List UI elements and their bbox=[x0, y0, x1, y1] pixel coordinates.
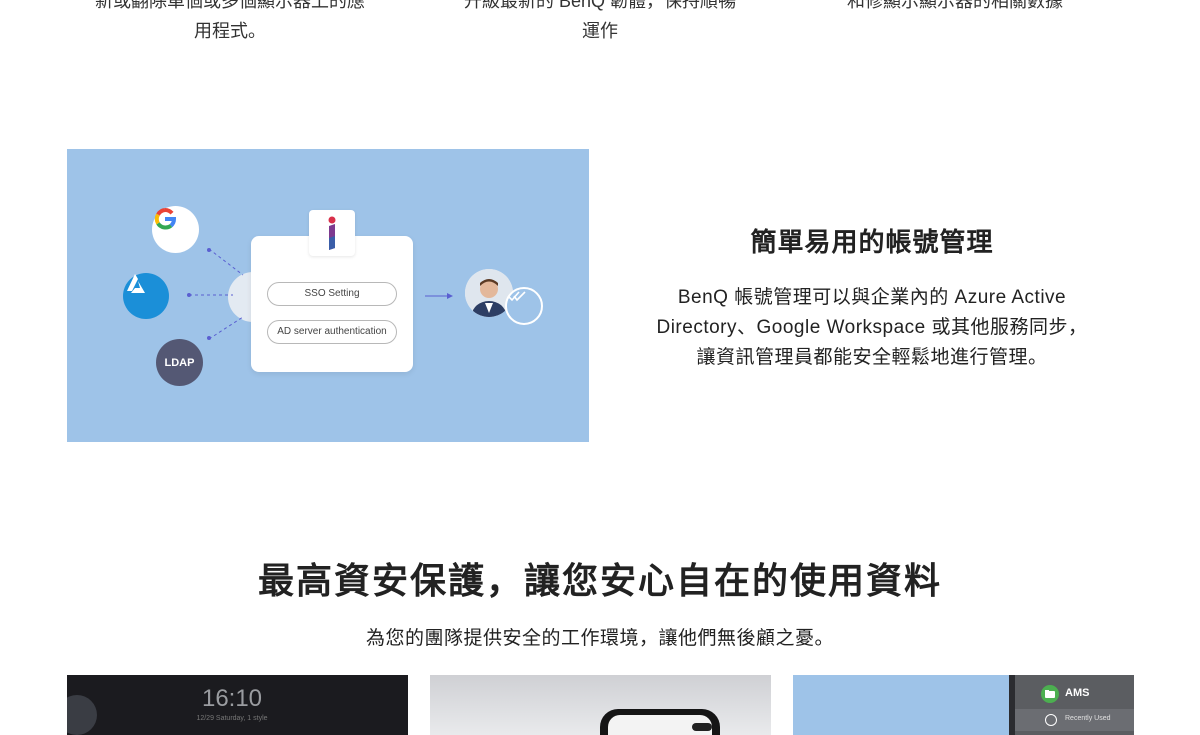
phone-image bbox=[600, 709, 720, 735]
account-management-illustration: LDAP SSO Setting AD server authenticatio… bbox=[67, 149, 589, 442]
lock-screen-clock: 16:10 bbox=[201, 685, 263, 712]
ams-panel: AMS Recently Used bbox=[1015, 675, 1134, 735]
azure-icon bbox=[123, 273, 169, 319]
lock-screen-date: 12/29 Saturday, 1 style bbox=[196, 715, 268, 722]
ldap-icon: LDAP bbox=[156, 339, 203, 386]
ams-app-card: AMS Recently Used bbox=[793, 675, 1134, 735]
google-icon bbox=[152, 206, 199, 253]
ams-folder-icon bbox=[1041, 685, 1059, 703]
clock-icon bbox=[1045, 714, 1057, 726]
security-section-subtitle: 為您的團隊提供安全的工作環境，讓他們無後顧之憂。 bbox=[365, 628, 834, 649]
top-feature-text-2: 升級最新的 BenQ 韌體，保持順暢 運作 bbox=[463, 0, 737, 41]
verified-check-icon bbox=[505, 287, 543, 325]
top-feature-text-3: 和修顯示顯示器的相關數據 bbox=[847, 0, 1063, 11]
feature-title: 簡單易用的帳號管理 bbox=[750, 227, 994, 257]
account-management-feature: 簡單易用的帳號管理 BenQ 帳號管理可以與企業內的 Azure Active … bbox=[630, 222, 1114, 373]
sso-settings-card: SSO Setting AD server authentication bbox=[251, 236, 413, 372]
ams-app-name: AMS bbox=[1065, 687, 1090, 699]
brand-logo-icon bbox=[309, 210, 355, 256]
security-section-title: 最高資安保護，讓您安心自在的使用資料 bbox=[257, 560, 942, 601]
lock-screen-card: 16:10 12/29 Saturday, 1 style bbox=[67, 675, 408, 735]
phone-photo-card bbox=[430, 675, 771, 735]
recently-used-item[interactable]: Recently Used bbox=[1015, 709, 1134, 731]
ad-server-auth-pill: AD server authentication bbox=[267, 320, 397, 344]
top-feature-text-1: 新或翻除單個或多個顯示器上的應 用程式。 bbox=[95, 0, 365, 41]
sso-setting-pill: SSO Setting bbox=[267, 282, 397, 306]
feature-description: BenQ 帳號管理可以與企業內的 Azure Active Directory、… bbox=[656, 287, 1088, 368]
